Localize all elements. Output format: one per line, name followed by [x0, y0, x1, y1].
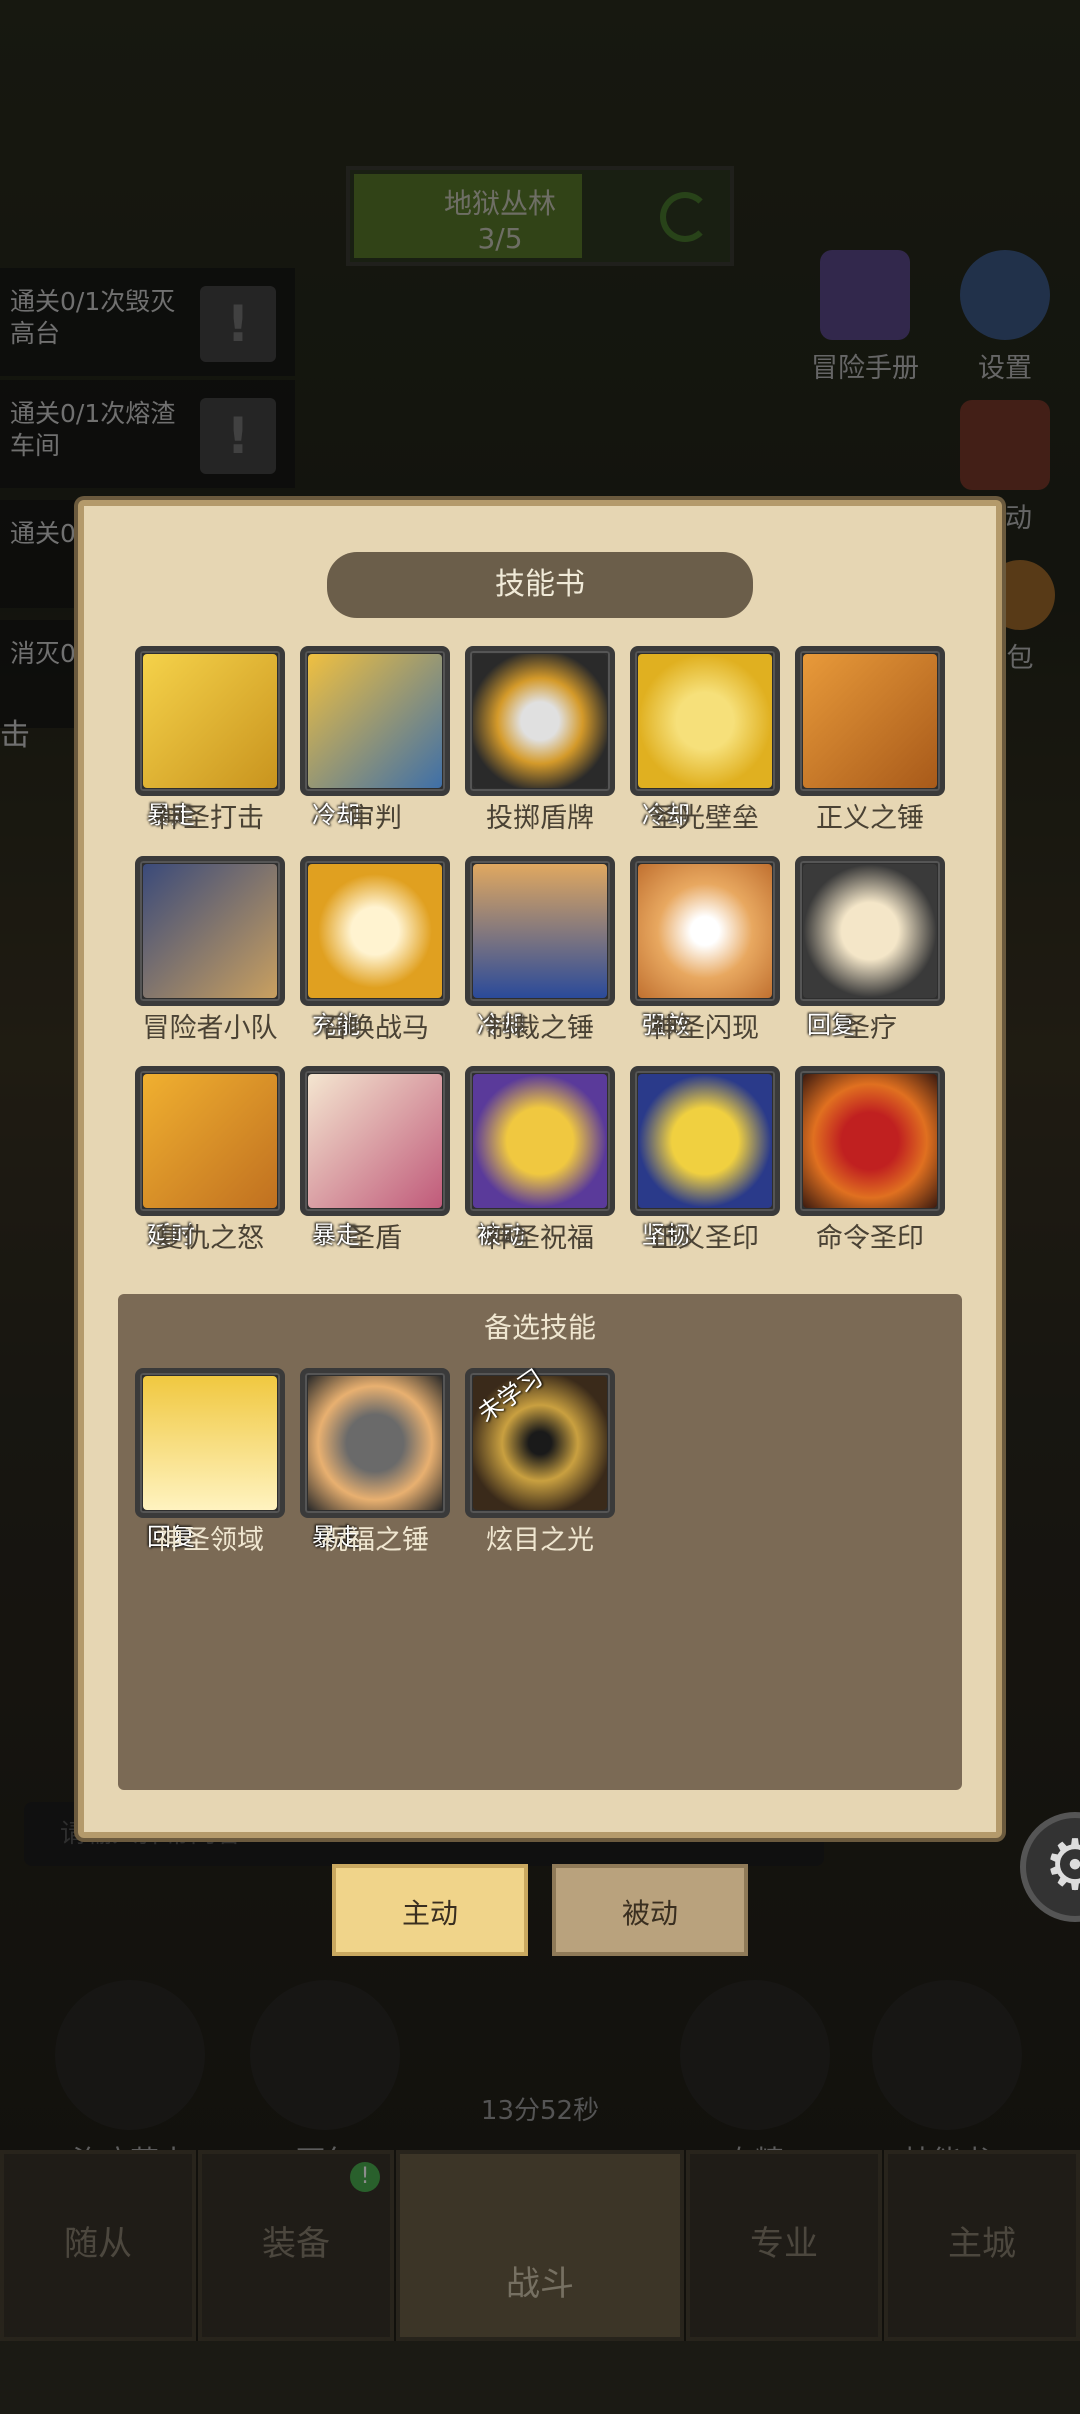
justice-hammer-icon	[803, 654, 937, 788]
alternate-skills-title: 备选技能	[483, 1311, 596, 1344]
judgment-icon	[308, 654, 442, 788]
skill-slot[interactable]: 充能 召唤战马	[300, 856, 450, 1046]
skill-slot[interactable]: 冷却 制裁之锤	[465, 856, 615, 1046]
skill-slot[interactable]: 冒险者小队	[135, 856, 285, 1046]
skill-slot[interactable]: 正义之锤	[795, 646, 945, 836]
shield-throw-icon	[473, 654, 607, 788]
alt-skill-slot[interactable]: 回复 神圣领域	[135, 1368, 285, 1558]
skill-slot[interactable]: 坚韧 正义圣印	[630, 1066, 780, 1256]
alt-skill-slot[interactable]: 未学习 炫目之光	[465, 1363, 615, 1558]
warhorse-icon	[308, 864, 442, 998]
tab-active-skills[interactable]: 主动	[332, 1864, 528, 1956]
dialog-title: 技能书	[327, 552, 753, 618]
seal-righteousness-icon	[638, 1074, 772, 1208]
holy-domain-icon	[143, 1376, 277, 1510]
lay-on-hands-icon	[803, 864, 937, 998]
holy-sword-icon	[143, 654, 277, 788]
skill-slot[interactable]: 命令圣印	[795, 1066, 945, 1256]
seal-command-icon	[803, 1074, 937, 1208]
skill-slot[interactable]: 投掷盾牌	[465, 646, 615, 836]
adventurer-squad-icon	[143, 864, 277, 998]
holy-blessing-icon	[473, 1074, 607, 1208]
skill-slot[interactable]: 暴走 神圣打击	[135, 646, 285, 836]
skill-slot[interactable]: 回复 圣疗	[795, 856, 945, 1046]
holy-flash-icon	[638, 864, 772, 998]
sanction-hammer-icon	[473, 864, 607, 998]
divine-shield-icon	[308, 1074, 442, 1208]
skill-slot[interactable]: 冷却 圣光壁垒	[630, 646, 780, 836]
holy-barrier-icon	[638, 654, 772, 788]
blessed-hammer-icon	[308, 1376, 442, 1510]
skill-slot[interactable]: 延时 复仇之怒	[135, 1066, 285, 1256]
skill-slot[interactable]: 强效 神圣闪现	[630, 856, 780, 1046]
alt-skill-slot[interactable]: 暴走 祝福之锤	[300, 1368, 450, 1558]
skill-slot[interactable]: 暴走 圣盾	[300, 1066, 450, 1256]
tab-passive-skills[interactable]: 被动	[552, 1864, 748, 1956]
skill-slot[interactable]: 冷却 审判	[300, 646, 450, 836]
avenging-wrath-icon	[143, 1074, 277, 1208]
skill-slot[interactable]: 被动 神圣祝福	[465, 1066, 615, 1256]
